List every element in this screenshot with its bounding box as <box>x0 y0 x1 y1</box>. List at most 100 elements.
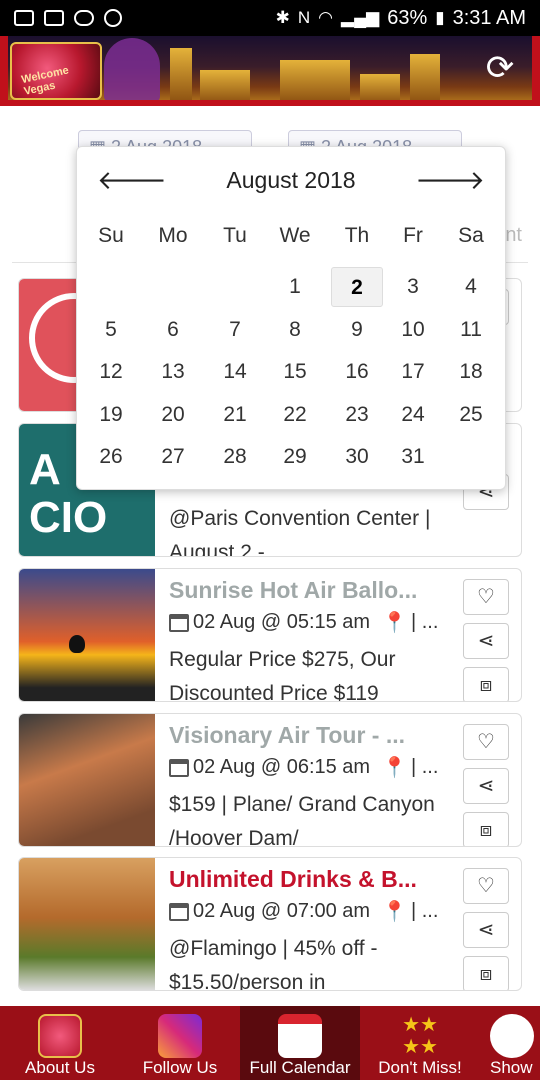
event-date: 02 Aug @ 05:15 am <box>193 611 371 633</box>
weekday-label: We <box>279 224 311 247</box>
nav-full-calendar[interactable]: Full Calendar <box>240 1006 360 1080</box>
vegas-logo[interactable]: Welcome Vegas <box>10 42 102 100</box>
favorite-button[interactable]: ♡ <box>463 724 509 760</box>
bottom-nav: About Us Follow Us Full Calendar ★★ ★★ Do… <box>0 1006 540 1080</box>
calendar-day[interactable]: 2 <box>331 267 383 307</box>
event-title[interactable]: Unlimited Drinks & B... <box>169 866 437 893</box>
weekday-label: Tu <box>223 224 247 247</box>
bluetooth-icon: ✱ <box>275 8 290 27</box>
calendar-day[interactable]: 1 <box>269 267 321 307</box>
calendar-day[interactable]: 21 <box>209 395 261 435</box>
calendar-day[interactable]: 12 <box>85 352 137 392</box>
cloud-icon <box>74 10 94 26</box>
event-description: @Flamingo | 45% off - $15.50/person in <box>169 937 378 991</box>
calendar-day[interactable]: 24 <box>387 395 439 435</box>
calendar-day[interactable]: 13 <box>147 352 199 392</box>
clock: 3:31 AM <box>452 6 526 29</box>
calendar-day[interactable]: 25 <box>445 395 497 435</box>
event-description: Regular Price $275, Our Discounted Price… <box>169 648 396 702</box>
header-border-left <box>0 36 8 104</box>
share-button[interactable]: ⋖ <box>463 768 509 804</box>
calendar-day[interactable]: 7 <box>209 310 261 350</box>
calendar-day[interactable]: 5 <box>85 310 137 350</box>
skyline-graphic <box>140 44 480 104</box>
calendar-day[interactable]: 3 <box>387 267 439 307</box>
event-meta: 02 Aug @ 05:15 am 📍 | ... <box>169 610 459 635</box>
ball-icon <box>104 9 122 27</box>
vegas-logo-icon <box>38 1014 82 1058</box>
nav-dont-miss[interactable]: ★★ ★★ Don't Miss! <box>360 1006 480 1080</box>
nav-show[interactable]: Show <box>480 1006 540 1080</box>
nav-about-us[interactable]: About Us <box>0 1006 120 1080</box>
calendar-day[interactable]: 4 <box>445 267 497 307</box>
nfc-icon: N <box>297 8 311 27</box>
calendar-day[interactable]: 27 <box>147 437 199 477</box>
calendar-day[interactable]: 6 <box>147 310 199 350</box>
gmail-icon <box>14 10 34 26</box>
tab-hint[interactable]: nt <box>505 224 522 247</box>
card-actions: ♡ ⋖ ⧈ <box>463 579 509 701</box>
signal-icon: ▂▄▆ <box>341 8 380 27</box>
favorite-button[interactable]: ♡ <box>463 868 509 904</box>
wifi-icon: ◠ <box>318 8 334 27</box>
event-title[interactable]: Sunrise Hot Air Ballo... <box>169 577 437 604</box>
calendar-day[interactable]: 31 <box>387 437 439 477</box>
share-button[interactable]: ⋖ <box>463 912 509 948</box>
calendar-day[interactable]: 26 <box>85 437 137 477</box>
nav-label: Show <box>490 1058 533 1077</box>
calendar-icon <box>278 1014 322 1058</box>
calendar-day[interactable]: 10 <box>387 310 439 350</box>
event-card[interactable]: Visionary Air Tour - ... 02 Aug @ 06:15 … <box>18 713 522 847</box>
mail-icon <box>44 10 64 26</box>
calendar-day[interactable]: 14 <box>209 352 261 392</box>
card-body: Unlimited Drinks & B... 02 Aug @ 07:00 a… <box>169 866 459 991</box>
stars-icon: ★★ ★★ <box>402 1014 438 1058</box>
calendar-day[interactable]: 23 <box>331 395 383 435</box>
calendar-icon <box>169 613 189 632</box>
weekday-label: Fr <box>403 224 423 247</box>
event-thumbnail <box>19 858 155 990</box>
ticket-button[interactable]: ⧈ <box>463 812 509 846</box>
weekday-label: Sa <box>458 224 484 247</box>
calendar-day[interactable]: 18 <box>445 352 497 392</box>
calendar-day[interactable]: 30 <box>331 437 383 477</box>
event-thumbnail <box>19 714 155 846</box>
weekday-label: Mo <box>158 224 188 247</box>
calendar-day[interactable]: 20 <box>147 395 199 435</box>
calendar-day[interactable]: 16 <box>331 352 383 392</box>
event-card[interactable]: Sunrise Hot Air Ballo... 02 Aug @ 05:15 … <box>18 568 522 702</box>
calendar-day[interactable]: 8 <box>269 310 321 350</box>
calendar-day[interactable]: 9 <box>331 310 383 350</box>
nav-label: Follow Us <box>142 1058 218 1077</box>
card-actions: ♡ ⋖ ⧈ <box>463 868 509 990</box>
calendar-day[interactable]: 17 <box>387 352 439 392</box>
calendar-day[interactable]: 19 <box>85 395 137 435</box>
event-card[interactable]: Unlimited Drinks & B... 02 Aug @ 07:00 a… <box>18 857 522 991</box>
calendar-day[interactable]: 15 <box>269 352 321 392</box>
location-icon: 📍 <box>382 757 407 779</box>
calendar-day[interactable]: 22 <box>269 395 321 435</box>
event-location: | ... <box>411 900 439 922</box>
share-button[interactable]: ⋖ <box>463 623 509 659</box>
calendar-icon <box>169 902 189 921</box>
event-description: @Paris Convention Center | August 2 - <box>169 507 431 557</box>
event-description: $159 | Plane/ Grand Canyon /Hoover Dam/ <box>169 793 435 847</box>
nav-follow-us[interactable]: Follow Us <box>120 1006 240 1080</box>
card-body: Sunrise Hot Air Ballo... 02 Aug @ 05:15 … <box>169 577 459 702</box>
event-title[interactable]: Visionary Air Tour - ... <box>169 722 437 749</box>
date-picker-popup: 🡐 August 2018 🡒 Su Mo Tu We Th Fr Sa 1 2 3 4 5 6 7 8 9 1… <box>76 146 506 490</box>
refresh-icon[interactable]: ⟳ <box>482 50 518 86</box>
thumb-text: CIO <box>29 493 108 542</box>
nav-label: Don't Miss! <box>378 1058 462 1077</box>
battery-icon: ▮ <box>435 8 445 27</box>
calendar-day[interactable]: 28 <box>209 437 261 477</box>
ticket-button[interactable]: ⧈ <box>463 667 509 701</box>
favorite-button[interactable]: ♡ <box>463 579 509 615</box>
masks-icon <box>490 1014 534 1058</box>
calendar-day[interactable]: 11 <box>445 310 497 350</box>
ticket-button[interactable]: ⧈ <box>463 956 509 990</box>
location-icon: 📍 <box>382 901 407 923</box>
status-bar: ✱ N ◠ ▂▄▆ 63% ▮ 3:31 AM <box>0 0 540 36</box>
calendar-day[interactable]: 29 <box>269 437 321 477</box>
arrow-right-icon[interactable]: 🡒 <box>415 165 485 196</box>
